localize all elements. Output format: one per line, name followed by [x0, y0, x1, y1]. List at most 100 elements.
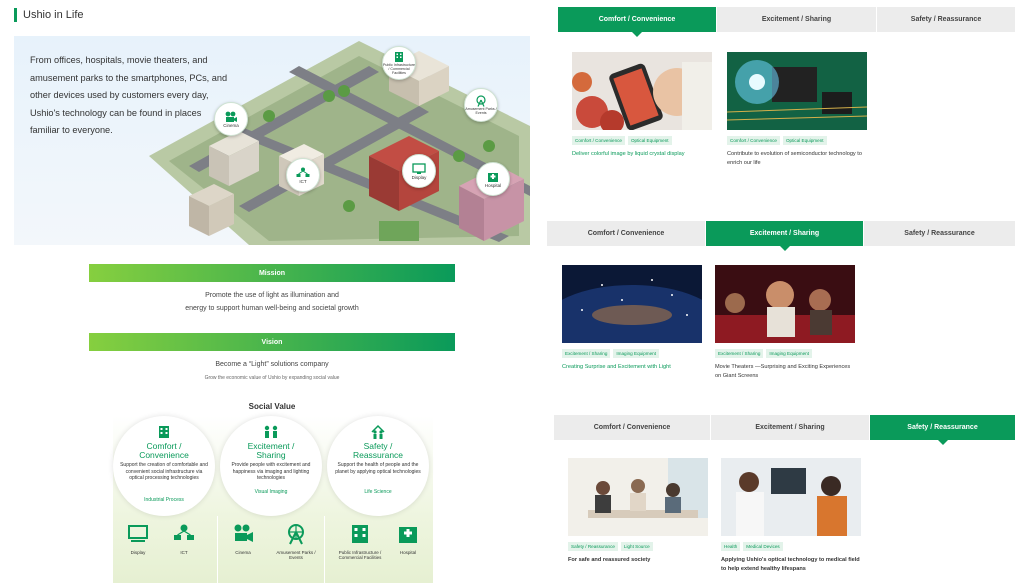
case-card[interactable]: Comfort / Convenience Optical Equipment C…	[727, 52, 867, 167]
case-caption[interactable]: Applying Ushio's optical technology to m…	[721, 556, 861, 573]
mission-band: Mission	[89, 264, 455, 282]
comfort-body: Support the creation of comfortable and …	[120, 462, 208, 482]
category-tag[interactable]: Comfort / Convenience	[727, 136, 780, 145]
category-tag[interactable]: Excitement / Sharing	[562, 349, 611, 358]
tab-comfort-convenience[interactable]: Comfort / Convenience	[547, 221, 706, 246]
social-value-comfort: Comfort / Convenience Support the creati…	[113, 416, 215, 583]
column-divider	[324, 516, 325, 583]
network-icon	[174, 524, 194, 540]
people-icon	[264, 425, 278, 438]
comfort-link[interactable]: Industrial Process	[113, 497, 215, 503]
safety-body: Support the health of people and the pla…	[335, 462, 421, 475]
tab-safety-reassurance[interactable]: Safety / Reassurance	[864, 221, 1015, 246]
bubble-amusement[interactable]: Amusement Parks / Events	[464, 88, 498, 122]
category-tag[interactable]: Optical Equipment	[782, 136, 827, 145]
case-caption[interactable]: Movie Theaters —Surprising and Exciting …	[715, 363, 855, 380]
case-image-circuit-board[interactable]	[727, 52, 867, 130]
bubble-hospital[interactable]: Hospital	[476, 162, 510, 196]
category-tag[interactable]: Excitement / Sharing	[715, 349, 764, 358]
bubble-public-label: Public Infrastructure / Commercial Facil…	[383, 63, 415, 75]
bubble-public-infrastructure[interactable]: Public Infrastructure / Commercial Facil…	[382, 46, 416, 80]
case-caption[interactable]: Creating Surprise and Excitement with Li…	[562, 363, 702, 372]
category-tag[interactable]: Optical Equipment	[627, 136, 672, 145]
tab-excitement-sharing[interactable]: Excitement / Sharing	[711, 415, 870, 440]
film-camera-icon	[225, 111, 237, 122]
case-card[interactable]: Excitement / Sharing Imaging Equipment Mo…	[715, 265, 855, 380]
page: Ushio in Life From offices, hospitals, m…	[0, 0, 1015, 583]
film-camera-icon	[234, 524, 253, 542]
social-value-excitement: Excitement / Sharing Provide people with…	[220, 416, 322, 583]
category-tag[interactable]: Imaging Equipment	[613, 349, 659, 358]
category-tag[interactable]: Imaging Equipment	[766, 349, 812, 358]
comfort-heading-2: Convenience	[139, 450, 189, 460]
bubble-cinema[interactable]: Cinema	[214, 102, 248, 136]
excitement-body: Provide people with excitement and happi…	[231, 462, 311, 482]
case-image-meeting[interactable]	[568, 458, 708, 536]
monitor-icon	[128, 525, 148, 542]
mission-line-1: Promote the use of light as illumination…	[205, 292, 339, 299]
building-icon	[395, 52, 403, 62]
icon-ict-label: ICT	[180, 550, 188, 555]
family-icon	[371, 424, 385, 439]
excitement-link[interactable]: Visual Imaging	[220, 489, 322, 495]
category-tag[interactable]: Safety / Reassurance	[568, 542, 618, 551]
icon-display-label: Display	[130, 550, 146, 555]
tabs-panel-1: Comfort / Convenience Excitement / Shari…	[558, 7, 1015, 37]
tab-excitement-sharing[interactable]: Excitement / Sharing	[706, 221, 864, 251]
case-caption[interactable]: Contribute to evolution of semiconductor…	[727, 150, 867, 167]
title-accent-bar	[14, 8, 17, 22]
safety-heading-2: Reassurance	[352, 450, 404, 460]
building-icon	[159, 426, 169, 438]
bubble-ict-label: ICT	[299, 178, 307, 184]
icon-public-infrastructure[interactable]: Public Infrastructure / Commercial Facil…	[337, 523, 383, 560]
social-value-title: Social Value	[248, 402, 296, 411]
category-tag[interactable]: Health	[721, 542, 741, 551]
vision-text: Become a “Light” solutions company	[215, 361, 329, 368]
case-card[interactable]: Safety / Reassurance Light Source For saf…	[568, 458, 708, 565]
vision-subtext: Grow the economic value of Ushio by expa…	[204, 375, 340, 381]
category-tag[interactable]: Light Source	[620, 542, 653, 551]
bubble-amusement-label: Amusement Parks / Events	[465, 107, 497, 115]
tabs-panel-3: Comfort / Convenience Excitement / Shari…	[554, 415, 1015, 445]
vision-band: Vision	[89, 333, 455, 351]
bubble-ict[interactable]: ICT	[286, 158, 320, 192]
tab-comfort-convenience[interactable]: Comfort / Convenience	[554, 415, 711, 440]
case-image-smartphone[interactable]	[572, 52, 712, 130]
hospital-icon	[488, 172, 498, 182]
safety-link[interactable]: Life Science	[327, 489, 429, 495]
bubble-display[interactable]: Display	[402, 154, 436, 188]
icon-cinema[interactable]: Cinema	[228, 523, 258, 555]
category-tag[interactable]: Comfort / Convenience	[572, 136, 625, 145]
case-card[interactable]: Excitement / Sharing Imaging Equipment Cr…	[562, 265, 702, 372]
excitement-heading-2: Sharing	[256, 450, 286, 460]
column-divider	[217, 516, 218, 583]
category-tag[interactable]: Medical Devices	[743, 542, 783, 551]
social-value-area: Comfort / Convenience Support the creati…	[113, 416, 433, 583]
icon-amusement[interactable]: Amusement Parks / Events	[274, 523, 318, 560]
icon-display[interactable]: Display	[123, 523, 153, 555]
icon-hospital[interactable]: Hospital	[393, 523, 423, 555]
social-value-safety: Safety / Reassurance Support the health …	[327, 416, 429, 583]
case-caption[interactable]: For safe and reassured society	[568, 556, 708, 565]
case-card[interactable]: Health Medical Devices Applying Ushio's o…	[721, 458, 861, 573]
ferris-wheel-icon	[476, 95, 486, 107]
tab-safety-reassurance[interactable]: Safety / Reassurance	[870, 415, 1015, 445]
hero-illustration: From offices, hospitals, movie theaters,…	[14, 36, 530, 245]
case-image-movie-theater[interactable]	[715, 265, 855, 343]
case-caption[interactable]: Deliver colorful image by liquid crystal…	[572, 150, 712, 159]
icon-cinema-label: Cinema	[235, 550, 251, 555]
section-title-text: Ushio in Life	[23, 9, 84, 21]
icon-ict[interactable]: ICT	[169, 523, 199, 555]
network-icon	[296, 167, 310, 177]
icon-hospital-label: Hospital	[399, 550, 417, 555]
monitor-icon	[412, 162, 426, 174]
case-image-doctor-patient[interactable]	[721, 458, 861, 536]
tab-excitement-sharing[interactable]: Excitement / Sharing	[717, 7, 877, 32]
tab-comfort-convenience[interactable]: Comfort / Convenience	[558, 7, 717, 37]
bubble-cinema-label: Cinema	[223, 122, 239, 128]
bubble-hospital-label: Hospital	[484, 182, 502, 188]
icon-public-label: Public Infrastructure / Commercial Facil…	[338, 550, 382, 560]
case-card[interactable]: Comfort / Convenience Optical Equipment D…	[572, 52, 712, 159]
case-image-planetarium[interactable]	[562, 265, 702, 343]
tab-safety-reassurance[interactable]: Safety / Reassurance	[877, 7, 1015, 32]
